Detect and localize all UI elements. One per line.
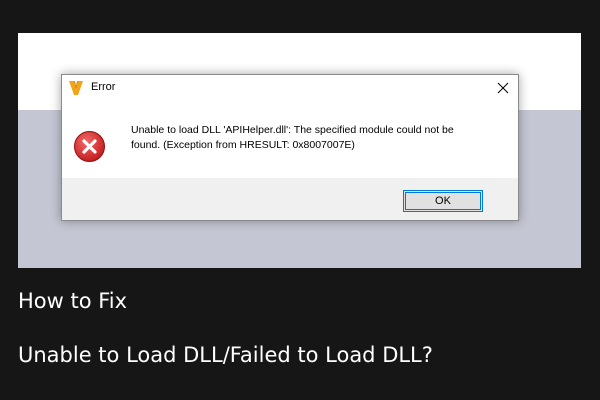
app-logo-icon [69,81,83,95]
dialog-titlebar[interactable]: Error [62,75,518,103]
caption-subtitle: Unable to Load DLL/Failed to Load DLL? [18,343,433,367]
error-icon [74,131,105,162]
dialog-body: Unable to load DLL 'APIHelper.dll': The … [62,103,518,178]
screenshot-panel: Error Unable to load DLL 'APIHelper.dll'… [18,33,581,268]
dialog-title: Error [91,81,116,93]
thumbnail-frame: Error Unable to load DLL 'APIHelper.dll'… [0,0,600,400]
close-icon[interactable] [490,77,516,99]
dialog-footer: OK [62,178,518,220]
error-message: Unable to load DLL 'APIHelper.dll': The … [131,123,511,153]
error-dialog: Error Unable to load DLL 'APIHelper.dll'… [61,74,519,221]
error-message-line-2: found. (Exception from HRESULT: 0x800700… [131,139,355,151]
error-message-line-1: Unable to load DLL 'APIHelper.dll': The … [131,124,454,136]
caption-title: How to Fix [18,289,128,313]
ok-button[interactable]: OK [403,190,483,212]
